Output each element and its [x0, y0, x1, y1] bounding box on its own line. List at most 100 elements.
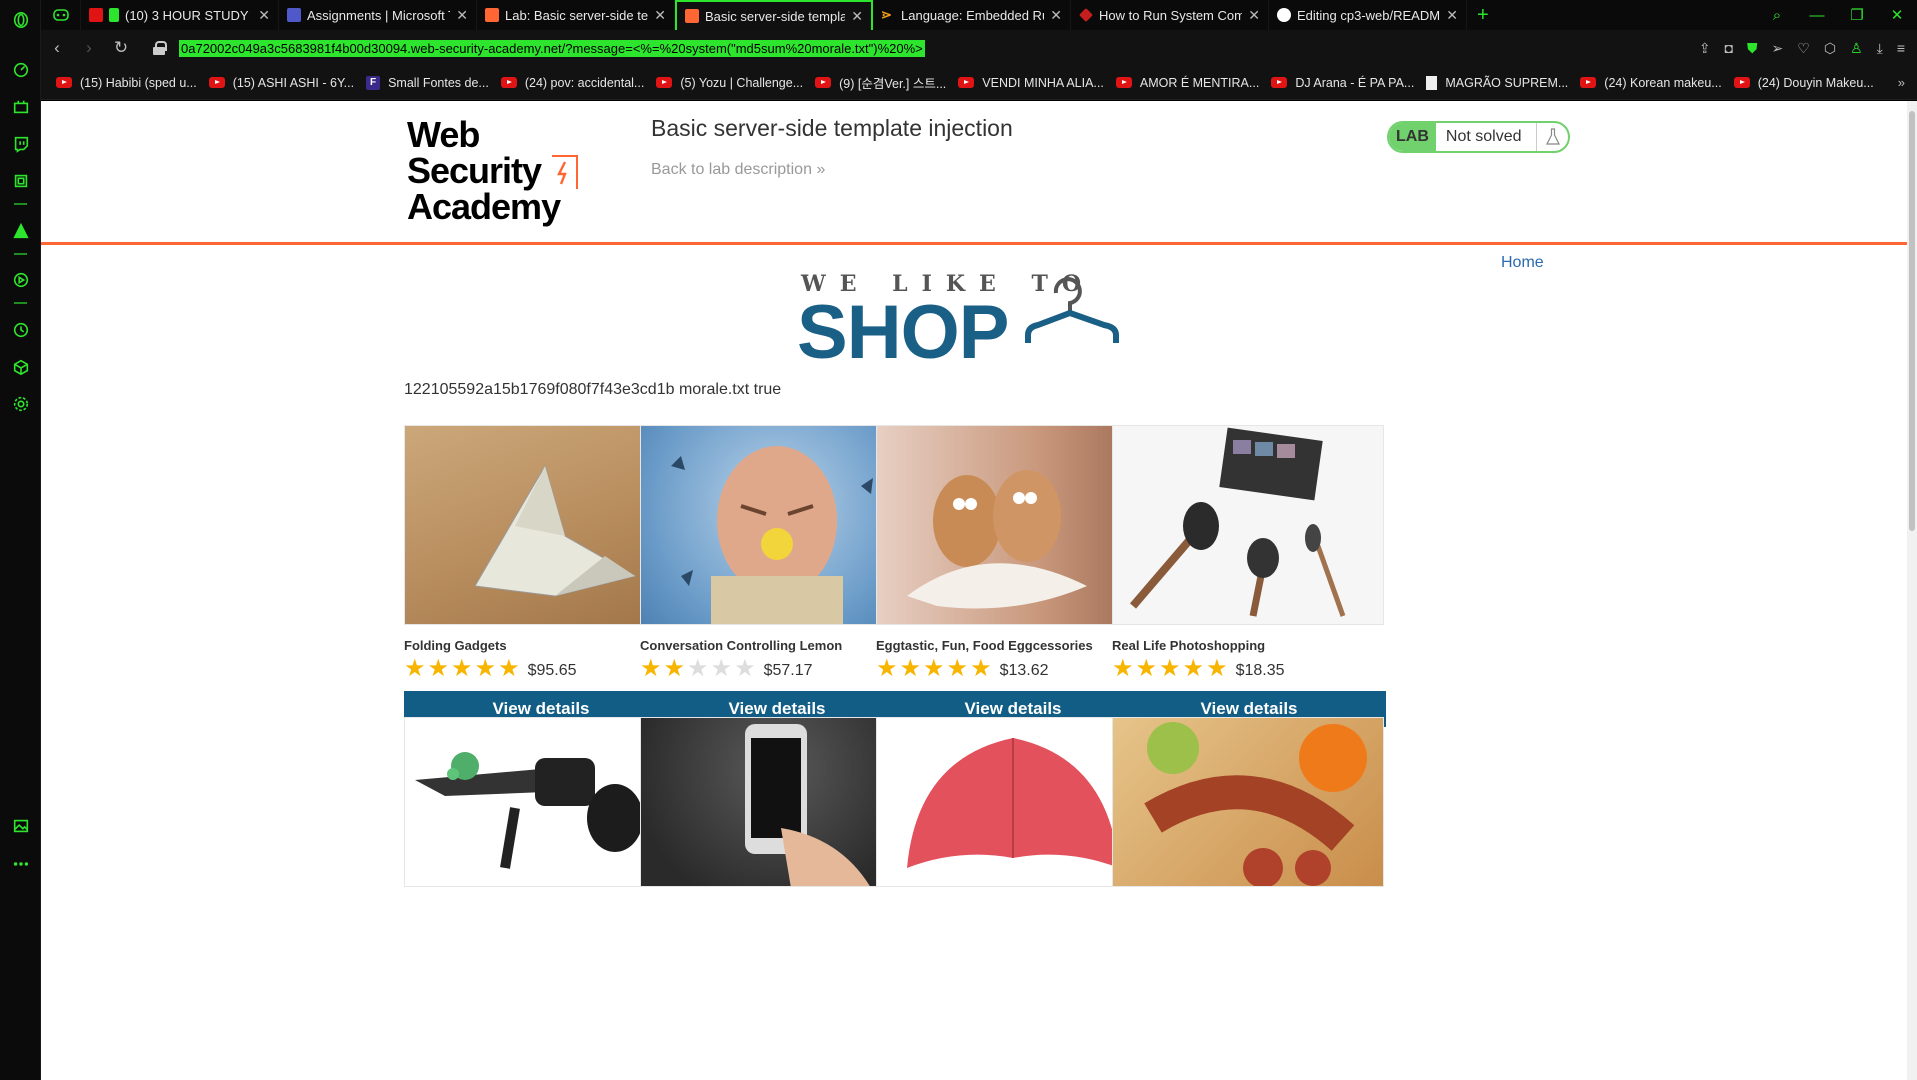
bookmark-label: (24) pov: accidental... [524, 75, 645, 90]
tab-search-icon[interactable]: ⌕ [1757, 7, 1797, 24]
bookmark-item[interactable]: (24) Douyin Makeu... [1733, 76, 1874, 90]
gx-control-icon[interactable] [10, 96, 31, 117]
restore-icon[interactable]: ❐ [1837, 6, 1877, 24]
cpu-limiter-icon[interactable] [10, 170, 31, 191]
product-image[interactable] [876, 717, 1148, 887]
wallpaper-icon[interactable] [10, 815, 31, 836]
tab-github[interactable]: Editing cp3-web/README. ✕ [1269, 0, 1467, 30]
tab-lab-description[interactable]: Lab: Basic server-side temp ✕ [477, 0, 675, 30]
profile-icon[interactable]: ♙ [1850, 40, 1863, 57]
extensions-icon[interactable] [10, 356, 31, 377]
address-bar-actions: ⇪ ◘ ⛊ ➢ ♡ ⬡ ♙ ⤓ ≡ [1699, 30, 1905, 66]
youtube-icon [1733, 77, 1750, 88]
bookmark-item[interactable]: (15) ASHI ASHI - 6Y... [208, 76, 354, 90]
product-card [640, 717, 912, 887]
close-tab-icon[interactable]: ✕ [258, 7, 270, 24]
product-name: Real Life Photoshopping [1112, 638, 1266, 653]
product-price: $57.17 [763, 662, 813, 679]
tab-study[interactable]: (10) 3 HOUR STUDY WI ✕ [81, 0, 279, 30]
scrollbar-thumb[interactable] [1909, 111, 1915, 531]
minimize-icon[interactable]: — [1797, 7, 1837, 24]
close-window-icon[interactable]: ✕ [1877, 6, 1917, 24]
bookmarks-overflow-icon[interactable]: » [1898, 75, 1905, 90]
product-image[interactable] [1112, 717, 1384, 887]
bookmark-item[interactable]: MAGRÃO SUPREM... [1426, 75, 1568, 90]
back-arrow-icon[interactable]: ‹ [41, 38, 73, 58]
close-tab-icon[interactable]: ✕ [456, 7, 468, 24]
bookmark-item[interactable]: VENDI MINHA ALIA... [958, 76, 1104, 90]
bookmark-label: AMOR É MENTIRA... [1139, 75, 1260, 90]
bookmark-item[interactable]: (5) Yozu | Challenge... [656, 76, 803, 90]
audio-playing-icon[interactable] [109, 8, 119, 22]
close-tab-icon[interactable]: ✕ [654, 7, 666, 24]
product-image[interactable] [1112, 425, 1384, 625]
adblock-shield-icon[interactable]: ⛊ [1747, 40, 1758, 57]
hanger-icon [1025, 277, 1119, 343]
back-to-description-link[interactable]: Back to lab description » [651, 161, 825, 179]
product-image[interactable] [404, 717, 676, 887]
product-card: Eggtastic, Fun, Food Eggcessories ★★★★★ … [876, 425, 1150, 727]
tab-ruby[interactable]: How to Run System Comm ✕ [1071, 0, 1269, 30]
youtube-icon [958, 77, 975, 88]
reload-icon[interactable]: ↻ [105, 38, 137, 58]
more-icon[interactable] [10, 853, 31, 874]
product-image[interactable] [640, 717, 912, 887]
youtube-icon [89, 8, 103, 22]
youtube-icon [1115, 77, 1132, 88]
url-field[interactable]: 0a72002c049a3c5683981f4b00d30094.web-sec… [179, 39, 925, 57]
sidebar-divider [14, 302, 27, 304]
page-scrollbar[interactable] [1907, 101, 1917, 1080]
web-security-academy-logo[interactable]: Web Security Academy [407, 117, 607, 225]
lab-status-widget: LAB Not solved [1387, 121, 1570, 153]
speed-dial-icon[interactable] [10, 59, 31, 80]
home-link[interactable]: Home [1501, 254, 1544, 272]
opera-logo-icon[interactable] [10, 9, 31, 30]
lock-icon[interactable] [153, 41, 167, 55]
doc-icon [1426, 75, 1438, 90]
github-icon [1277, 8, 1291, 22]
tab-active-lab[interactable]: Basic server-side template ✕ [675, 0, 873, 30]
twitch-icon[interactable] [10, 133, 31, 154]
bookmark-item[interactable]: (24) Korean makeu... [1580, 76, 1722, 90]
bookmark-item[interactable]: DJ Arana - É PA PA... [1271, 76, 1414, 90]
tab-bar: (10) 3 HOUR STUDY WI ✕ Assignments | Micr… [41, 0, 1917, 30]
history-icon[interactable] [10, 319, 31, 340]
ruby-icon [1079, 8, 1093, 22]
banner-shop: SHOP [797, 290, 1009, 375]
player-icon[interactable] [10, 269, 31, 290]
product-image[interactable] [876, 425, 1148, 625]
send-icon[interactable]: ➢ [1772, 40, 1784, 57]
product-name: Folding Gadgets [404, 638, 507, 653]
bookmark-item[interactable]: F Small Fontes de... [366, 75, 489, 90]
browser-sidebar [0, 0, 41, 1080]
tab-title: (10) 3 HOUR STUDY WI [125, 7, 252, 23]
bookmark-item[interactable]: (24) pov: accidental... [500, 75, 645, 90]
bookmark-heart-icon[interactable]: ♡ [1797, 40, 1810, 57]
settings-icon[interactable] [10, 393, 31, 414]
close-tab-icon[interactable]: ✕ [1050, 7, 1062, 24]
download-icon[interactable]: ⤓ [1877, 40, 1883, 57]
workspaces-icon[interactable] [41, 0, 81, 30]
forward-arrow-icon[interactable]: › [73, 38, 105, 58]
close-tab-icon[interactable]: ✕ [1248, 7, 1260, 24]
menu-icon[interactable]: ≡ [1897, 40, 1905, 56]
extensions-cube-icon[interactable]: ⬡ [1824, 40, 1836, 57]
tab-erb[interactable]: ⋗ Language: Embedded Ruby ✕ [873, 0, 1071, 30]
template-output-message: 122105592a15b1769f080f7f43e3cd1b morale.… [404, 381, 782, 398]
tab-title: Language: Embedded Ruby [901, 7, 1044, 23]
tab-teams[interactable]: Assignments | Microsoft Te ✕ [279, 0, 477, 30]
lab-title: Basic server-side template injection [651, 115, 1013, 141]
bookmark-item[interactable]: (9) [순겸Ver.] 스트... [815, 73, 946, 92]
youtube-icon [56, 77, 72, 88]
product-rating: ★★★★★ $13.62 [876, 657, 1148, 681]
bookmark-item[interactable]: (15) Habibi (sped u... [56, 76, 197, 90]
new-tab-button[interactable]: + [1467, 0, 1499, 30]
close-tab-icon[interactable]: ✕ [851, 8, 863, 25]
share-icon[interactable]: ⇪ [1699, 40, 1711, 57]
product-image[interactable] [404, 425, 676, 625]
bookmark-item[interactable]: AMOR É MENTIRA... [1115, 75, 1260, 90]
product-image[interactable] [640, 425, 912, 625]
close-tab-icon[interactable]: ✕ [1446, 7, 1458, 24]
gx-corner-icon[interactable] [10, 220, 31, 241]
snapshot-icon[interactable]: ◘ [1725, 40, 1733, 56]
